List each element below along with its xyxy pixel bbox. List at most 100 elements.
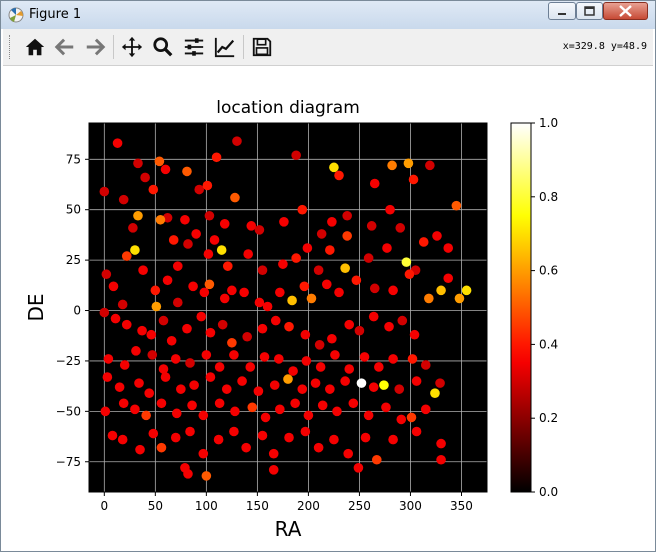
maximize-button[interactable] <box>576 2 603 20</box>
data-point <box>409 329 420 340</box>
data-point <box>168 235 179 245</box>
data-point <box>205 372 216 382</box>
data-point <box>379 380 389 390</box>
data-point <box>332 406 342 417</box>
data-point <box>134 378 144 388</box>
data-point <box>103 354 114 364</box>
data-point <box>396 414 407 425</box>
data-point <box>268 465 279 475</box>
data-point <box>162 275 173 286</box>
x-tick-label: 50 <box>148 499 163 513</box>
data-point <box>204 210 215 221</box>
data-point <box>170 432 181 443</box>
zoom-button[interactable] <box>149 33 177 61</box>
data-point <box>133 158 143 169</box>
data-point <box>239 287 249 298</box>
data-point <box>382 243 392 253</box>
data-point <box>254 225 265 235</box>
data-point <box>257 323 268 334</box>
x-tick-label: 0 <box>100 499 108 513</box>
data-point <box>191 229 201 239</box>
data-point <box>325 384 335 394</box>
title-bar[interactable]: Figure 1 <box>1 1 655 29</box>
data-point <box>204 279 215 290</box>
data-point <box>160 372 171 382</box>
data-point <box>397 315 408 326</box>
data-point <box>140 172 150 183</box>
y-tick-label: 50 <box>66 203 81 217</box>
data-point <box>148 428 159 439</box>
data-point <box>340 376 350 386</box>
minimize-icon <box>558 13 566 15</box>
data-point <box>172 261 183 271</box>
data-point <box>110 313 121 324</box>
chart-title: location diagram <box>216 98 360 118</box>
data-point <box>401 257 412 267</box>
data-point <box>227 285 237 296</box>
data-point <box>230 406 240 417</box>
data-point <box>369 283 380 294</box>
data-point <box>284 432 294 443</box>
data-point <box>196 311 207 322</box>
close-button[interactable] <box>603 2 648 20</box>
data-point <box>257 430 268 441</box>
data-point <box>170 354 181 364</box>
y-tick-label: −75 <box>56 455 81 469</box>
data-point <box>388 354 398 364</box>
data-point <box>344 319 355 330</box>
data-point <box>291 150 301 161</box>
data-point <box>117 299 128 310</box>
data-point <box>102 372 113 382</box>
edit-axes-button[interactable] <box>211 33 239 61</box>
save-button[interactable] <box>248 33 276 61</box>
colorbar-tick-label: 0.0 <box>539 485 558 499</box>
back-button[interactable] <box>51 33 79 61</box>
data-point <box>315 362 326 372</box>
data-point <box>302 243 313 253</box>
data-point <box>351 275 362 286</box>
data-point <box>436 454 446 465</box>
data-point <box>343 448 354 459</box>
data-point <box>107 430 118 441</box>
pan-button[interactable] <box>118 33 146 61</box>
data-point <box>219 219 230 229</box>
minimize-button[interactable] <box>548 2 576 20</box>
data-point <box>156 442 167 453</box>
data-point <box>420 404 431 415</box>
data-point <box>219 293 230 304</box>
data-point <box>299 281 310 292</box>
data-point <box>454 293 465 304</box>
colorbar-tick-label: 0.4 <box>539 337 558 351</box>
data-point <box>182 323 192 334</box>
home-button[interactable] <box>21 33 49 61</box>
data-point <box>160 164 171 175</box>
data-point <box>387 160 397 171</box>
data-point <box>327 217 337 227</box>
data-point <box>185 426 195 437</box>
figure-canvas[interactable]: location diagram 0 50 100 150 200 250 300 350 −75… <box>3 66 653 551</box>
data-point <box>451 200 462 211</box>
data-point <box>259 352 270 362</box>
data-point <box>384 321 394 332</box>
data-point <box>344 364 355 374</box>
data-point <box>301 356 312 366</box>
data-point <box>245 362 256 372</box>
subplots-button[interactable] <box>180 33 208 61</box>
forward-button[interactable] <box>81 33 109 61</box>
data-point <box>229 350 239 360</box>
data-point <box>317 400 328 411</box>
data-point <box>283 374 293 384</box>
y-axis-label: DE <box>24 293 48 321</box>
data-point <box>211 152 222 163</box>
data-point <box>425 160 435 171</box>
data-point <box>369 178 380 189</box>
data-point <box>418 237 429 247</box>
data-point <box>151 301 162 312</box>
data-point <box>366 221 377 231</box>
data-point <box>180 214 190 225</box>
window-title: Figure 1 <box>29 7 82 22</box>
data-point <box>306 293 317 304</box>
data-point <box>348 398 359 409</box>
data-point <box>253 386 264 396</box>
y-tick-label: 25 <box>66 253 81 267</box>
